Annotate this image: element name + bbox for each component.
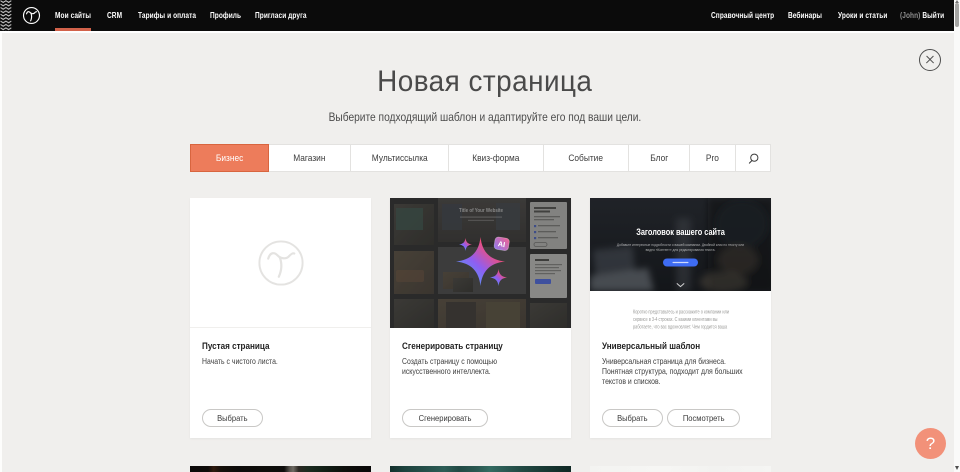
generate-button[interactable]: Сгенерировать [402,409,488,427]
search-icon [748,153,759,164]
template-card-blank[interactable]: Пустая страница Начать с чистого листа. … [190,198,371,438]
taplink-placeholder-logo-icon [257,239,305,287]
tab-search[interactable] [736,144,771,172]
nav-my-sites[interactable]: Мои сайты [55,0,91,31]
left-edge-strip [0,33,2,472]
card-description: Универсальная страница для бизнеса. Поня… [602,356,754,387]
template-card-partial-2[interactable] [390,466,571,472]
user-name: (John) [900,10,920,20]
tab-event[interactable]: Событие [544,144,629,172]
svg-text:Коротко представьтесь и расска: Коротко представьтесь и расскажите о ком… [633,309,729,315]
template-card-partial-3[interactable] [590,466,771,472]
nav-lessons[interactable]: Уроки и статьи [838,0,887,31]
template-card-partial-1[interactable] [190,466,371,472]
universal-template-preview: Заголовок вашего сайта Добавьте интересн… [590,198,771,332]
nav-logout[interactable]: (John) Выйти [900,0,944,31]
tab-shop[interactable]: Магазин [269,144,351,172]
view-button[interactable]: Посмотреть [667,409,740,427]
svg-text:работаете, что вас вдохновляет: работаете, что вас вдохновляет. Чем горд… [633,324,728,330]
help-button[interactable]: ? [915,428,946,459]
tab-business[interactable]: Бизнес [190,144,269,172]
nav-invite-friend[interactable]: Пригласи друга [255,0,307,31]
tab-pro[interactable]: Pro [690,144,736,172]
tab-multilink[interactable]: Мультиссылка [351,144,449,172]
header-hairline [0,31,954,33]
template-card-generate-ai[interactable]: Title of Your Website [390,198,571,438]
logout-label: Выйти [922,10,944,20]
nav-help-center[interactable]: Справочный центр [711,0,774,31]
blank-page-preview [190,198,371,328]
tab-blog[interactable]: Блог [629,144,690,172]
preview-hero-caption-1: Добавьте интересные подробности о вашей … [617,243,744,247]
svg-text:AI: AI [497,239,506,249]
ai-badge-icon: AI [494,236,510,251]
page-title: Новая страница [8,65,960,99]
scrollbar-thumb[interactable] [955,3,959,27]
page-subtitle: Выберите подходящий шаблон и адаптируйте… [8,110,960,124]
chevron-pattern-decoration [0,0,12,31]
preview-hero-caption-2: видео «Контент» для редактирования текст… [646,248,716,252]
nav-webinars[interactable]: Вебинары [788,0,822,31]
preview-about-paragraph: Коротко представьтесь и расскажите о ком… [633,309,729,332]
choose-button[interactable]: Выбрать [202,409,263,427]
taplink-logo-icon[interactable] [22,6,41,25]
tab-quiz-form[interactable]: Квиз-форма [449,144,544,172]
nav-tariffs[interactable]: Тарифы и оплата [138,0,196,31]
ai-collage-preview: Title of Your Website [390,198,571,328]
template-card-universal[interactable]: Заголовок вашего сайта Добавьте интересн… [590,198,771,438]
card-description: Создать страницу с помощью искусственног… [402,356,522,376]
card-description: Начать с чистого листа. [202,356,322,366]
page-scrollbar[interactable] [954,0,960,472]
top-navigation-bar: Мои сайты CRM Тарифы и оплата Профиль Пр… [0,0,954,31]
card-title: Сгенерировать страницу [402,341,503,351]
template-category-tabs: Бизнес Магазин Мультиссылка Квиз-форма С… [190,144,771,172]
choose-button[interactable]: Выбрать [602,409,663,427]
nav-profile[interactable]: Профиль [210,0,241,31]
card-title: Пустая страница [202,341,269,351]
nav-crm[interactable]: CRM [107,0,122,31]
scrollbar-down-arrow[interactable] [955,466,959,470]
card-title: Универсальный шаблон [602,341,700,351]
preview-hero-title: Заголовок вашего сайта [636,227,725,237]
svg-text:сервисе в 3-4 строках. С каким: сервисе в 3-4 строках. С какими клиентам… [633,317,717,323]
